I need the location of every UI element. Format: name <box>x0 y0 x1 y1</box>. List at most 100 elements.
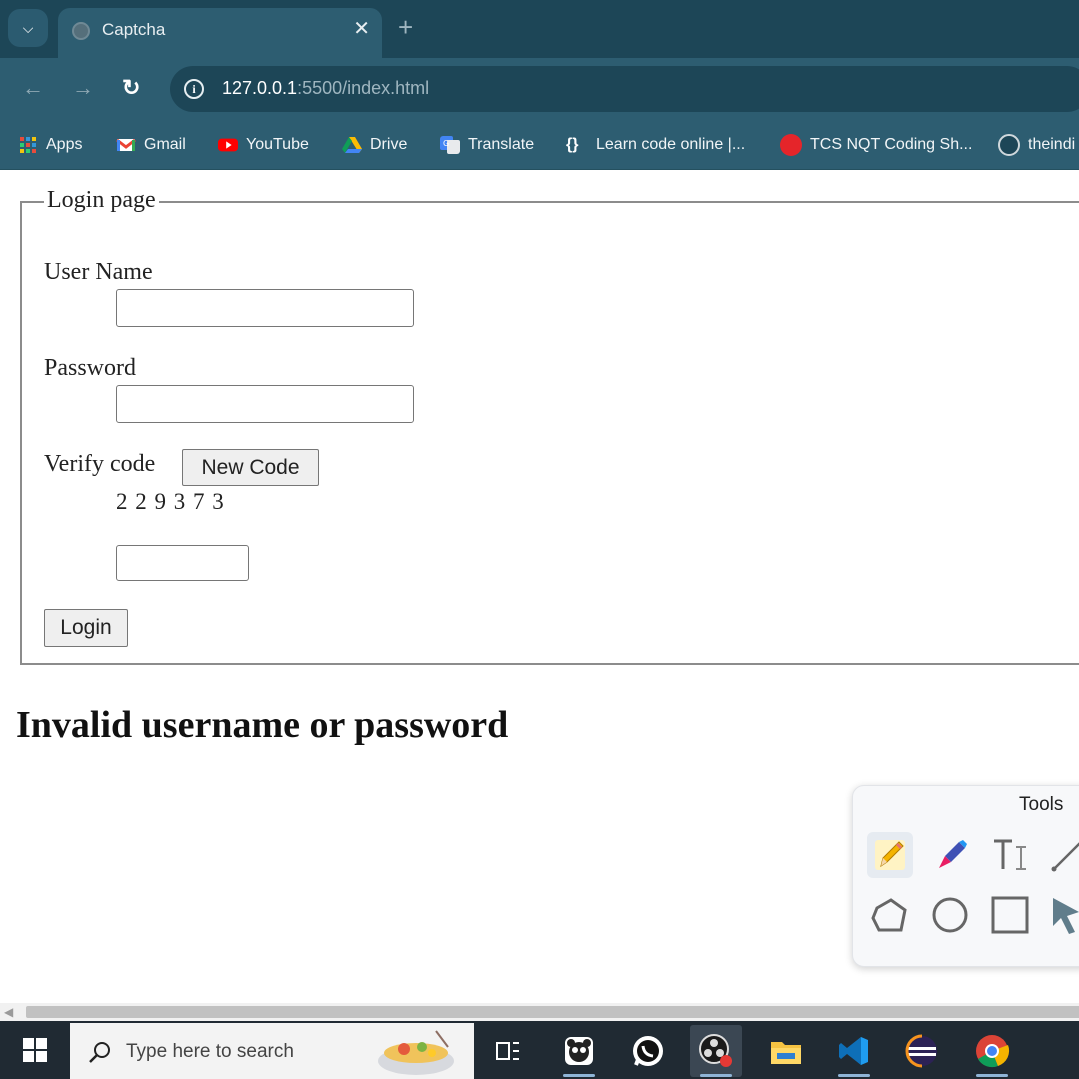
password-label: Password <box>44 355 137 381</box>
bookmark-label: Apps <box>46 136 83 153</box>
pencil-icon <box>875 840 905 870</box>
line-icon <box>1051 842 1079 872</box>
whatsapp-icon <box>633 1036 663 1066</box>
bookmark-label: TCS NQT Coding Sh... <box>810 136 973 153</box>
login-legend: Login page <box>44 187 159 214</box>
marker-tool[interactable] <box>927 832 973 878</box>
error-message: Invalid username or password <box>16 704 509 746</box>
close-tab-icon[interactable]: ✕ <box>353 16 370 41</box>
running-indicator <box>976 1074 1008 1077</box>
tab-strip: ⌵ Captcha ✕ + <box>0 0 1079 58</box>
bookmark-label: Gmail <box>144 136 186 153</box>
bookmark-github[interactable]: theindi <box>998 132 1075 158</box>
translate-icon: G <box>440 136 460 154</box>
bookmarks-bar: Apps Gmail YouTube Drive G Translate {} … <box>0 120 1079 170</box>
browser-toolbar: ← → ↻ i 127.0.0.1:5500/index.html <box>0 58 1079 120</box>
taskbar-app-vscode[interactable] <box>828 1025 880 1077</box>
bookmark-drive[interactable]: Drive <box>342 132 407 158</box>
drive-icon <box>342 137 362 153</box>
bookmark-label: YouTube <box>246 136 309 153</box>
tools-panel: Tools <box>852 785 1079 967</box>
search-icon <box>89 1042 110 1063</box>
bookmark-tcs-nqt[interactable]: TCS NQT Coding Sh... <box>780 132 972 158</box>
captcha-code: 2 2 9 3 7 3 <box>116 489 225 514</box>
bookmark-apps[interactable]: Apps <box>18 132 82 158</box>
scroll-left-icon[interactable]: ◀ <box>4 1005 13 1019</box>
username-input[interactable] <box>116 289 414 327</box>
back-arrow-icon[interactable]: ← <box>22 74 44 102</box>
polygon-tool[interactable] <box>867 892 913 938</box>
verify-code-input[interactable] <box>116 545 249 581</box>
scrollbar-thumb[interactable] <box>26 1006 1079 1018</box>
login-button[interactable]: Login <box>44 609 128 647</box>
vscode-icon <box>839 1037 868 1065</box>
taskbar-app-obs[interactable] <box>690 1025 742 1077</box>
username-label: User Name <box>44 259 153 285</box>
bookmark-learn-code[interactable]: {} Learn code online |... <box>566 132 745 158</box>
login-fieldset: Login page User Name Password Verify cod… <box>20 187 1079 665</box>
prep-icon <box>780 134 802 156</box>
new-tab-button[interactable]: + <box>398 12 413 42</box>
bookmark-label: Learn code online |... <box>596 136 746 153</box>
running-indicator <box>700 1074 732 1077</box>
line-tool[interactable] <box>1045 832 1079 878</box>
bookmark-youtube[interactable]: YouTube <box>218 132 309 158</box>
task-view-button[interactable] <box>482 1025 534 1077</box>
text-tool[interactable] <box>987 832 1033 878</box>
taskbar: Type here to search <box>0 1021 1079 1079</box>
search-placeholder: Type here to search <box>126 1041 294 1062</box>
marker-icon <box>939 840 967 868</box>
youtube-icon <box>218 138 238 152</box>
rectangle-tool[interactable] <box>987 892 1033 938</box>
text-icon <box>994 839 1026 870</box>
tab-title: Captcha <box>102 20 166 39</box>
windows-logo-icon <box>23 1038 47 1062</box>
tools-title: Tools <box>1019 794 1064 815</box>
new-code-button[interactable]: New Code <box>182 449 319 486</box>
code-icon: {} <box>566 136 579 153</box>
site-info-icon[interactable]: i <box>184 79 204 99</box>
tab-search-button[interactable]: ⌵ <box>8 9 48 47</box>
search-highlight-icon <box>378 1030 454 1075</box>
url-text[interactable]: 127.0.0.1:5500/index.html <box>222 78 429 99</box>
taskbar-app-whatsapp[interactable] <box>622 1025 674 1077</box>
pencil-tool[interactable] <box>867 832 913 878</box>
page-content: Login page User Name Password Verify cod… <box>0 171 1079 1003</box>
taskbar-app-file-explorer[interactable] <box>760 1025 812 1077</box>
taskbar-app-eclipse[interactable] <box>896 1025 948 1077</box>
circle-icon <box>932 897 968 933</box>
start-button[interactable] <box>0 1021 70 1079</box>
svg-text:G: G <box>443 139 449 148</box>
bookmark-label: Translate <box>468 136 535 153</box>
tab-captcha[interactable]: Captcha ✕ <box>58 8 382 58</box>
running-indicator <box>563 1074 595 1077</box>
taskbar-app-panda[interactable] <box>553 1025 605 1077</box>
polygon-icon <box>871 898 907 932</box>
chrome-icon <box>976 1035 1010 1068</box>
apps-grid-icon <box>20 137 36 153</box>
taskbar-search[interactable]: Type here to search <box>70 1023 474 1079</box>
forward-arrow-icon[interactable]: → <box>72 74 94 102</box>
taskbar-app-chrome[interactable] <box>966 1025 1018 1077</box>
reload-icon[interactable]: ↻ <box>122 74 140 102</box>
address-bar[interactable]: i 127.0.0.1:5500/index.html <box>170 66 1079 112</box>
running-indicator <box>838 1074 870 1077</box>
bookmark-translate[interactable]: G Translate <box>440 132 534 158</box>
eclipse-icon <box>905 1034 937 1068</box>
bookmark-gmail[interactable]: Gmail <box>116 132 186 158</box>
task-view-icon <box>496 1042 519 1060</box>
verify-code-label: Verify code <box>44 451 156 477</box>
rectangle-icon <box>991 896 1029 934</box>
password-input[interactable] <box>116 385 414 423</box>
obs-icon <box>699 1034 732 1067</box>
chevron-down-icon: ⌵ <box>22 19 34 36</box>
horizontal-scrollbar[interactable]: ◀ <box>0 1003 1079 1021</box>
favicon-icon <box>72 22 90 40</box>
github-icon <box>998 134 1020 156</box>
panda-app-icon <box>565 1037 593 1065</box>
file-explorer-icon <box>771 1042 801 1064</box>
gmail-icon <box>116 138 136 151</box>
bookmark-label: theindi <box>1028 136 1076 153</box>
pointer-tool[interactable] <box>1045 892 1079 938</box>
circle-tool[interactable] <box>927 892 973 938</box>
